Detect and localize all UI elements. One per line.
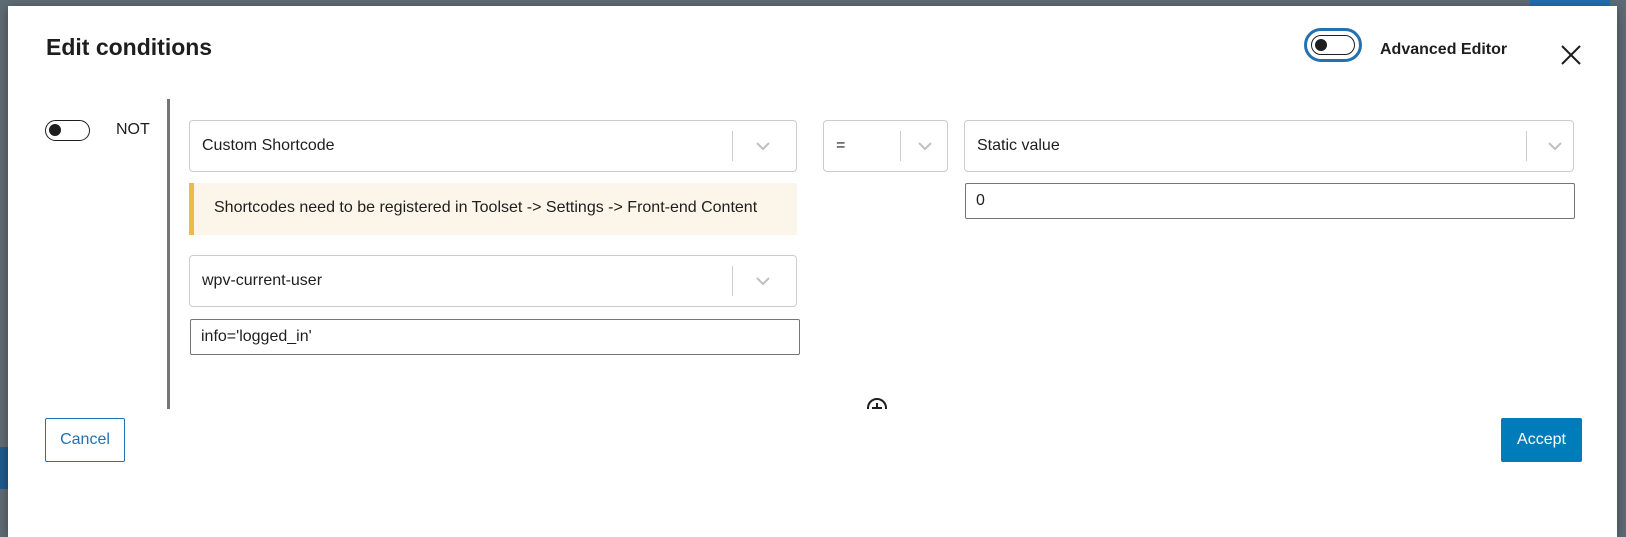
not-label: NOT [116, 121, 150, 138]
background-element [0, 447, 8, 489]
shortcode-select[interactable]: wpv-current-user [189, 255, 797, 307]
operator-value: = [836, 137, 846, 154]
left-source-value: Custom Shortcode [202, 137, 335, 154]
select-separator [1526, 131, 1527, 161]
toggle-knob [1315, 39, 1327, 51]
chevron-down-icon [1548, 142, 1562, 151]
select-separator [732, 131, 733, 161]
static-value-input[interactable] [965, 183, 1575, 219]
chevron-down-icon [918, 142, 932, 151]
accept-button[interactable]: Accept [1501, 418, 1582, 462]
shortcode-value: wpv-current-user [202, 272, 323, 289]
add-condition-button[interactable] [866, 397, 888, 409]
not-toggle[interactable] [45, 120, 90, 141]
edit-conditions-dialog: Edit conditions Advanced Editor NOT Cust… [8, 6, 1617, 537]
select-separator [732, 266, 733, 296]
close-button[interactable] [1556, 40, 1586, 70]
shortcode-notice: Shortcodes need to be registered in Tool… [189, 183, 797, 235]
add-condition-icon [867, 398, 887, 409]
advanced-editor-toggle[interactable] [1304, 28, 1362, 62]
left-source-select[interactable]: Custom Shortcode [189, 120, 797, 172]
notice-text: Shortcodes need to be registered in Tool… [214, 199, 758, 216]
dialog-title: Edit conditions [46, 34, 213, 60]
toggle-knob [49, 124, 61, 136]
chevron-down-icon [756, 142, 770, 151]
close-icon [1561, 45, 1581, 65]
right-source-value: Static value [977, 137, 1060, 154]
operator-select[interactable]: = [823, 120, 948, 172]
chevron-down-icon [756, 277, 770, 286]
select-separator [900, 131, 901, 161]
right-source-select[interactable]: Static value [964, 120, 1574, 172]
advanced-editor-toggle-track [1311, 35, 1355, 55]
cancel-button[interactable]: Cancel [45, 418, 125, 462]
shortcode-attributes-input[interactable] [190, 319, 800, 355]
advanced-editor-label: Advanced Editor [1380, 41, 1508, 58]
condition-group-divider [167, 99, 170, 409]
